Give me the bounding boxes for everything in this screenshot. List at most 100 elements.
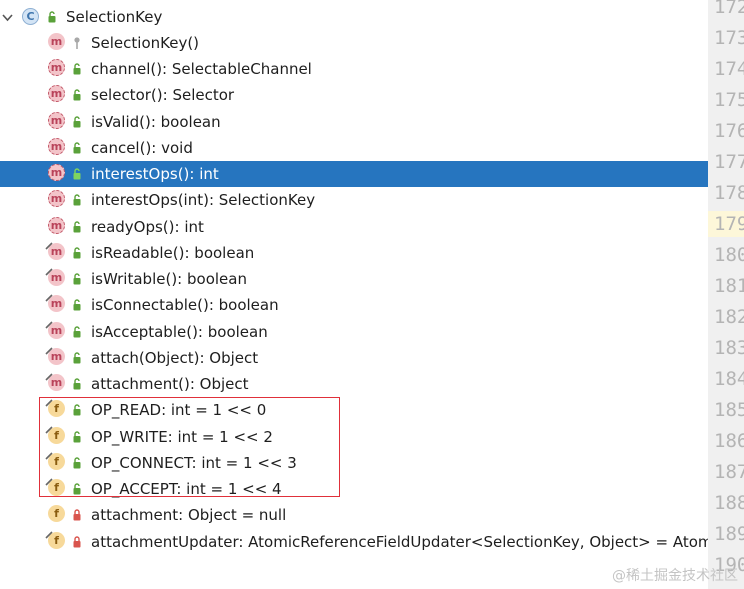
- member-label: isValid(): boolean: [91, 113, 221, 131]
- member-label: interestOps(): int: [91, 165, 219, 183]
- member-label: selector(): Selector: [91, 86, 235, 104]
- tree-node-method[interactable]: m isValid(): boolean: [0, 109, 708, 135]
- tree-node-method[interactable]: m interestOps(int): SelectionKey: [0, 187, 708, 213]
- abstract-method-icon: m: [48, 217, 67, 236]
- public-access-icon: [73, 483, 81, 495]
- member-label: attachment: Object = null: [91, 506, 287, 524]
- structure-tree: C SelectionKey m SelectionKey() m channe…: [0, 0, 708, 589]
- line-number: 175: [714, 89, 744, 111]
- public-access-icon: [73, 299, 81, 311]
- static-pin-icon: [45, 531, 53, 539]
- public-access-icon: [73, 194, 81, 206]
- static-pin-icon: [45, 426, 53, 434]
- field-icon: f: [48, 505, 67, 524]
- member-label: isReadable(): boolean: [91, 244, 255, 262]
- member-label: isWritable(): boolean: [91, 270, 247, 288]
- tree-node-field[interactable]: f OP_WRITE: int = 1 << 2: [0, 424, 708, 450]
- public-access-icon: [73, 247, 81, 259]
- tree-node-constructor[interactable]: m SelectionKey(): [0, 30, 708, 56]
- public-access-icon: [48, 11, 56, 23]
- line-number: 177: [714, 151, 744, 173]
- tree-node-field[interactable]: f OP_READ: int = 1 << 0: [0, 397, 708, 423]
- static-pin-icon: [45, 452, 53, 460]
- tree-node-method[interactable]: m readyOps(): int: [0, 214, 708, 240]
- line-number: 185: [714, 399, 744, 421]
- member-label: OP_READ: int = 1 << 0: [91, 401, 267, 419]
- tree-node-field[interactable]: f OP_ACCEPT: int = 1 << 4: [0, 476, 708, 502]
- abstract-method-icon: m: [48, 190, 67, 209]
- member-label: interestOps(int): SelectionKey: [91, 191, 316, 209]
- tree-node-method[interactable]: m isConnectable(): boolean: [0, 292, 708, 318]
- line-number: 181: [714, 275, 744, 297]
- tree-node-method[interactable]: m cancel(): void: [0, 135, 708, 161]
- tree-node-method[interactable]: m isReadable(): boolean: [0, 240, 708, 266]
- abstract-method-icon: m: [48, 59, 67, 78]
- member-label: attachmentUpdater: AtomicReferenceFieldU…: [91, 533, 708, 551]
- abstract-method-icon: m: [48, 138, 67, 157]
- line-number: 182: [714, 306, 744, 328]
- tree-node-method[interactable]: m isAcceptable(): boolean: [0, 319, 708, 345]
- line-number: 183: [714, 337, 744, 359]
- final-pin-icon: [45, 242, 53, 250]
- tree-node-method[interactable]: m attachment(): Object: [0, 371, 708, 397]
- static-pin-icon: [45, 399, 53, 407]
- public-access-icon: [73, 63, 81, 75]
- member-label: cancel(): void: [91, 139, 193, 157]
- final-pin-icon: [45, 373, 53, 381]
- member-label: OP_WRITE: int = 1 << 2: [91, 428, 273, 446]
- public-access-icon: [73, 116, 81, 128]
- line-number: 184: [714, 368, 744, 390]
- public-access-icon: [73, 404, 81, 416]
- public-access-icon: [73, 431, 81, 443]
- static-pin-icon: [45, 478, 53, 486]
- public-access-icon: [73, 221, 81, 233]
- private-access-icon: [73, 536, 81, 548]
- member-label: SelectionKey(): [91, 34, 200, 52]
- tree-node-method[interactable]: m isWritable(): boolean: [0, 266, 708, 292]
- member-label: channel(): SelectableChannel: [91, 60, 312, 78]
- line-number: 173: [714, 27, 744, 49]
- method-icon: m: [48, 33, 67, 52]
- tree-node-field[interactable]: f OP_CONNECT: int = 1 << 3: [0, 450, 708, 476]
- abstract-method-icon: m: [48, 85, 67, 104]
- class-name-label: SelectionKey: [66, 8, 163, 26]
- line-number-current: 179: [708, 211, 744, 237]
- tree-node-method[interactable]: m channel(): SelectableChannel: [0, 56, 708, 82]
- abstract-method-icon: m: [48, 164, 67, 183]
- member-label: OP_CONNECT: int = 1 << 3: [91, 454, 297, 472]
- chevron-down-icon[interactable]: [2, 12, 13, 23]
- public-access-icon: [73, 457, 81, 469]
- private-access-icon: [73, 509, 81, 521]
- public-access-icon: [73, 352, 81, 364]
- final-pin-icon: [45, 268, 53, 276]
- public-access-icon: [73, 89, 81, 101]
- final-pin-icon: [45, 294, 53, 302]
- public-access-icon: [73, 273, 81, 285]
- line-number: 180: [714, 244, 744, 266]
- tree-node-method[interactable]: m selector(): Selector: [0, 82, 708, 108]
- member-label: attach(Object): Object: [91, 349, 259, 367]
- line-number: 186: [714, 430, 744, 452]
- tree-node-selectionkey-class[interactable]: C SelectionKey: [0, 4, 708, 30]
- line-number: 172: [714, 0, 744, 18]
- tree-node-field[interactable]: f attachment: Object = null: [0, 502, 708, 528]
- public-access-icon: [73, 378, 81, 390]
- member-label: isConnectable(): boolean: [91, 296, 279, 314]
- line-number: 189: [714, 523, 744, 545]
- final-pin-icon: [45, 321, 53, 329]
- line-number: 188: [714, 492, 744, 514]
- tree-node-field[interactable]: f attachmentUpdater: AtomicReferenceFiel…: [0, 529, 708, 555]
- line-number: 176: [714, 120, 744, 142]
- member-label: attachment(): Object: [91, 375, 249, 393]
- public-access-icon: [73, 326, 81, 338]
- class-icon: C: [22, 8, 41, 27]
- watermark-text: @稀土掘金技术社区: [612, 568, 738, 584]
- tree-node-method[interactable]: m attach(Object): Object: [0, 345, 708, 371]
- member-label: isAcceptable(): boolean: [91, 323, 268, 341]
- member-label: OP_ACCEPT: int = 1 << 4: [91, 480, 282, 498]
- line-number: 174: [714, 58, 744, 80]
- tree-node-method-selected[interactable]: m interestOps(): int: [0, 161, 708, 187]
- member-label: readyOps(): int: [91, 218, 204, 236]
- abstract-method-icon: m: [48, 112, 67, 131]
- public-access-icon: [73, 168, 81, 180]
